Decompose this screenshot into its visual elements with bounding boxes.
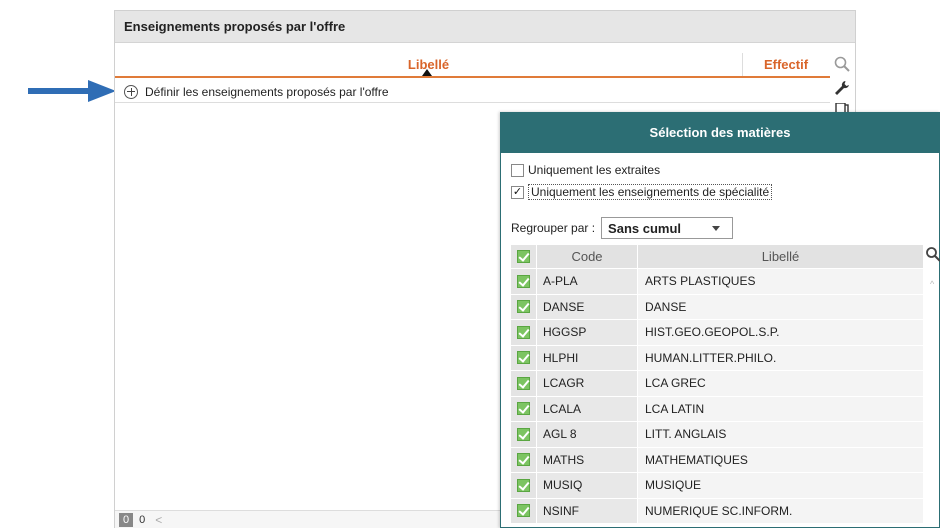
subject-selection-dialog: Sélection des matières Uniquement les ex… — [500, 112, 940, 528]
search-icon[interactable] — [833, 55, 851, 73]
check-icon — [517, 325, 530, 339]
define-subjects-label: Définir les enseignements proposés par l… — [145, 84, 389, 99]
count-value: 0 — [139, 514, 146, 526]
row-checkbox[interactable] — [511, 498, 537, 523]
row-code: A-PLA — [537, 269, 638, 294]
check-icon — [517, 478, 530, 492]
row-code: HGGSP — [537, 320, 638, 345]
column-header-code[interactable]: Code — [537, 245, 638, 268]
check-icon — [517, 427, 530, 441]
scroll-up-icon[interactable]: ^ — [930, 279, 934, 289]
row-checkbox[interactable] — [511, 371, 537, 396]
table-row[interactable]: NSINF NUMERIQUE SC.INFORM. — [511, 498, 923, 524]
row-code: MATHS — [537, 447, 638, 472]
row-libelle: MUSIQUE — [638, 473, 923, 498]
table-header: Code Libellé — [511, 245, 923, 269]
check-icon — [517, 402, 530, 416]
table-row[interactable]: MATHS MATHEMATIQUES — [511, 447, 923, 473]
check-icon — [517, 250, 530, 263]
checkbox[interactable] — [511, 163, 524, 177]
row-code: MUSIQ — [537, 473, 638, 498]
row-libelle: NUMERIQUE SC.INFORM. — [638, 498, 923, 523]
table-row[interactable]: DANSE DANSE — [511, 294, 923, 320]
row-code: LCALA — [537, 396, 638, 421]
group-by-label: Regrouper par : — [511, 221, 596, 235]
column-header-effectif[interactable]: Effectif — [743, 53, 829, 76]
select-all-checkbox[interactable] — [511, 245, 537, 268]
option-extracted-only[interactable]: Uniquement les extraites — [511, 163, 660, 177]
define-subjects-row[interactable]: Définir les enseignements proposés par l… — [115, 81, 830, 103]
panel-title: Enseignements proposés par l'offre — [115, 11, 855, 43]
dropdown-caret-icon — [712, 226, 721, 231]
row-code: AGL 8 — [537, 422, 638, 447]
check-icon — [517, 453, 530, 467]
row-checkbox[interactable] — [511, 269, 537, 294]
scroll-left-button[interactable]: < — [155, 513, 162, 527]
row-code: HLPHI — [537, 345, 638, 370]
row-libelle: LITT. ANGLAIS — [638, 422, 923, 447]
check-icon — [517, 504, 530, 518]
row-libelle: LCA LATIN — [638, 396, 923, 421]
dialog-title: Sélection des matières — [501, 113, 939, 153]
row-checkbox[interactable] — [511, 447, 537, 472]
group-by-row: Regrouper par : Sans cumul — [511, 217, 734, 239]
subjects-table: Code Libellé A-PLA ARTS PLASTIQUES DANSE… — [511, 245, 923, 524]
row-checkbox[interactable] — [511, 294, 537, 319]
option-speciality-only[interactable]: ✓ Uniquement les enseignements de spécia… — [511, 184, 773, 200]
column-header-libelle[interactable]: Libellé — [638, 245, 923, 268]
row-checkbox[interactable] — [511, 422, 537, 447]
add-circle-icon[interactable] — [124, 84, 138, 99]
count-badge: 0 — [119, 513, 134, 527]
checkbox-checked[interactable]: ✓ — [511, 185, 524, 199]
row-checkbox[interactable] — [511, 345, 537, 370]
row-libelle: LCA GREC — [638, 371, 923, 396]
row-code: NSINF — [537, 498, 638, 523]
row-code: LCAGR — [537, 371, 638, 396]
wrench-icon[interactable] — [833, 79, 851, 97]
row-code: DANSE — [537, 294, 638, 319]
check-icon — [517, 300, 530, 314]
table-row[interactable]: MUSIQ MUSIQUE — [511, 473, 923, 499]
arrow-right-icon — [28, 80, 116, 102]
panel-footer: 0 0 < — [115, 510, 500, 528]
row-libelle: HIST.GEO.GEOPOL.S.P. — [638, 320, 923, 345]
row-libelle: DANSE — [638, 294, 923, 319]
grid-header: Libellé Effectif — [115, 53, 830, 78]
group-by-select[interactable]: Sans cumul — [601, 217, 734, 239]
table-row[interactable]: AGL 8 LITT. ANGLAIS — [511, 422, 923, 448]
check-icon — [517, 351, 530, 365]
row-libelle: HUMAN.LITTER.PHILO. — [638, 345, 923, 370]
sort-up-icon — [422, 69, 432, 76]
vertical-scrollbar[interactable] — [925, 271, 939, 528]
option-label: Uniquement les extraites — [528, 163, 661, 177]
row-checkbox[interactable] — [511, 396, 537, 421]
option-label: Uniquement les enseignements de spéciali… — [528, 184, 773, 200]
row-libelle: MATHEMATIQUES — [638, 447, 923, 472]
search-icon[interactable] — [925, 246, 940, 262]
table-row[interactable]: LCAGR LCA GREC — [511, 371, 923, 397]
row-checkbox[interactable] — [511, 473, 537, 498]
check-icon — [517, 376, 530, 390]
table-row[interactable]: A-PLA ARTS PLASTIQUES — [511, 269, 923, 295]
check-icon — [517, 274, 530, 288]
row-libelle: ARTS PLASTIQUES — [638, 269, 923, 294]
row-checkbox[interactable] — [511, 320, 537, 345]
table-row[interactable]: HGGSP HIST.GEO.GEOPOL.S.P. — [511, 320, 923, 346]
table-row[interactable]: LCALA LCA LATIN — [511, 396, 923, 422]
group-by-value: Sans cumul — [608, 220, 682, 236]
table-row[interactable]: HLPHI HUMAN.LITTER.PHILO. — [511, 345, 923, 371]
